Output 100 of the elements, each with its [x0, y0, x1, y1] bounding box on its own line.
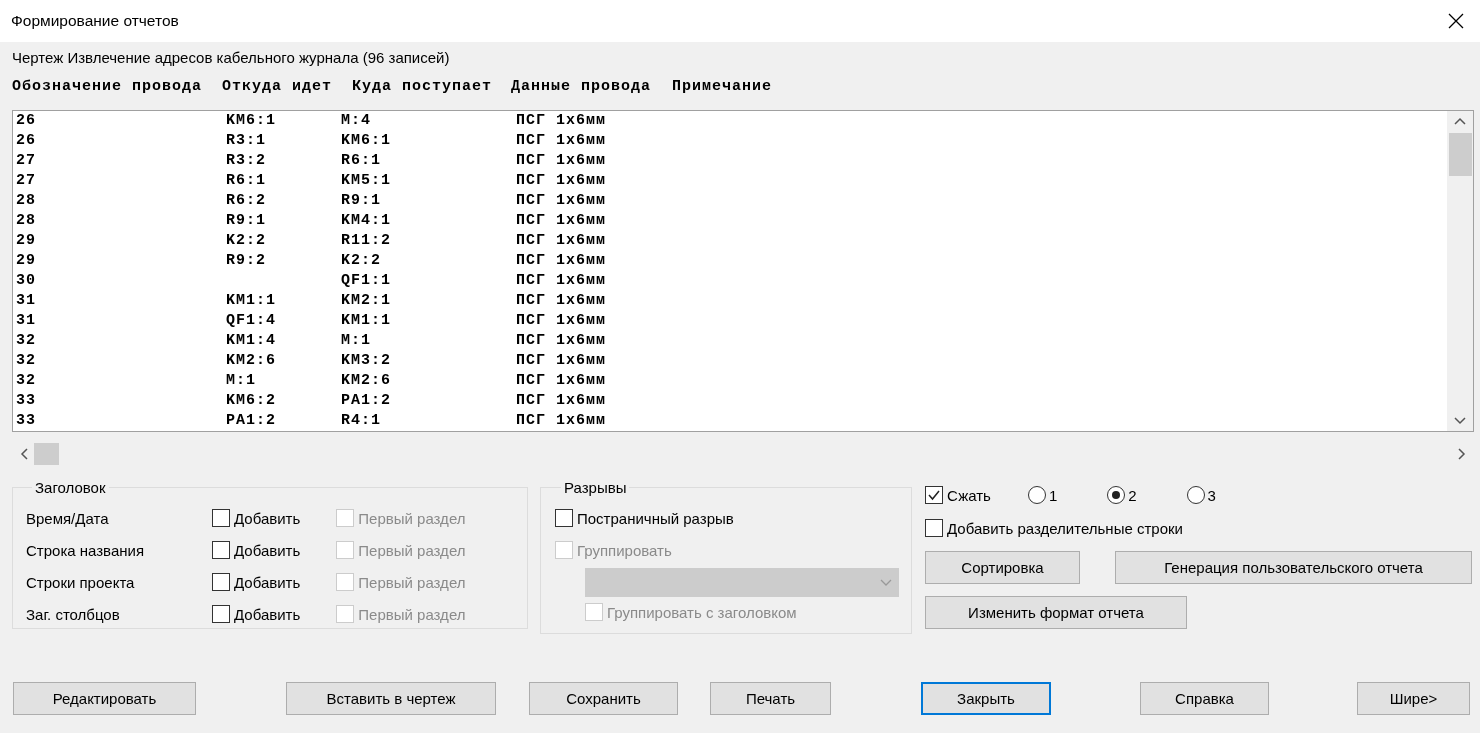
- column-header: Обозначение провода: [12, 78, 204, 97]
- table-cell: ПСГ 1x6мм: [516, 212, 606, 229]
- action-button[interactable]: Изменить формат отчета: [925, 596, 1187, 629]
- table-cell: KM6:1: [226, 112, 276, 129]
- window-title: Формирование отчетов: [11, 12, 179, 30]
- table-cell: M:1: [341, 332, 371, 349]
- scroll-thumb[interactable]: [34, 443, 59, 465]
- table-cell: ПСГ 1x6мм: [516, 392, 606, 409]
- scroll-left-icon[interactable]: [20, 448, 28, 460]
- table-cell: ПСГ 1x6мм: [516, 152, 606, 169]
- table-cell: ПСГ 1x6мм: [516, 172, 606, 189]
- table-cell: KM3:2: [341, 352, 391, 369]
- table-cell: QF1:4: [226, 312, 276, 329]
- table-cell: ПСГ 1x6мм: [516, 232, 606, 249]
- column-header: Данные провода: [511, 78, 653, 97]
- scroll-down-icon[interactable]: [1454, 417, 1466, 425]
- table-cell: R6:2: [226, 192, 266, 209]
- table-cell: K2:2: [226, 232, 266, 249]
- checkbox[interactable]: [212, 509, 230, 527]
- table-cell: R6:1: [341, 152, 381, 169]
- scroll-thumb[interactable]: [1448, 133, 1472, 176]
- table-cell: ПСГ 1x6мм: [516, 252, 606, 269]
- table-cell: PA1:2: [341, 392, 391, 409]
- table-cell: R4:1: [341, 412, 381, 429]
- checkbox[interactable]: [925, 519, 943, 537]
- radio-button[interactable]: [1107, 486, 1126, 504]
- checkbox-label: Сжать: [947, 486, 991, 504]
- table-cell: R11:2: [341, 232, 391, 249]
- table-cell: ПСГ 1x6мм: [516, 412, 606, 429]
- checkbox-label: Добавить: [234, 573, 301, 591]
- checkbox-label: Добавить разделительные строки: [947, 519, 1183, 537]
- checkbox[interactable]: [212, 605, 230, 623]
- dialog-button[interactable]: Шире>: [1357, 682, 1470, 715]
- table-cell: 32: [16, 372, 36, 389]
- group-title: Разрывы: [563, 479, 628, 496]
- table-cell: M:4: [341, 112, 371, 129]
- table-cell: ПСГ 1x6мм: [516, 192, 606, 209]
- table-cell: KM4:1: [341, 212, 391, 229]
- table-cell: QF1:1: [341, 272, 391, 289]
- option-label: Строки проекта: [26, 573, 136, 591]
- checkbox-label: Добавить: [234, 541, 301, 559]
- checkbox[interactable]: [212, 573, 230, 591]
- radio-label: 1: [1048, 486, 1058, 504]
- table-cell: 32: [16, 352, 36, 369]
- radio-label: 3: [1207, 486, 1216, 504]
- table-cell: R9:2: [226, 252, 266, 269]
- column-header: Откуда идет: [222, 78, 334, 97]
- table-cell: 33: [16, 392, 36, 409]
- dialog-button[interactable]: Справка: [1140, 682, 1269, 715]
- checkbox-label: Группировать с заголовком: [607, 603, 797, 621]
- table-cell: R9:1: [226, 212, 266, 229]
- checkbox-label: Постраничный разрыв: [577, 509, 734, 527]
- column-header: Куда поступает: [352, 78, 494, 97]
- column-header: Примечание: [672, 78, 772, 97]
- table-cell: 31: [16, 312, 36, 329]
- table-cell: 33: [16, 412, 36, 429]
- table-cell: 29: [16, 232, 36, 249]
- table-cell: 28: [16, 212, 36, 229]
- table-cell: KM2:1: [341, 292, 391, 309]
- group-title: Заголовок: [34, 479, 107, 496]
- table-cell: KM1:4: [226, 332, 276, 349]
- vertical-scrollbar[interactable]: [1447, 111, 1473, 431]
- checkbox-label: Первый раздел: [358, 509, 466, 527]
- close-icon[interactable]: [1448, 13, 1464, 29]
- chevron-down-icon: [880, 578, 892, 587]
- radio-label: 2: [1128, 486, 1137, 504]
- radio-button[interactable]: [1027, 486, 1046, 504]
- table-cell: KM6:2: [226, 392, 276, 409]
- checkbox-label: Группировать: [577, 541, 672, 559]
- table-cell: 31: [16, 292, 36, 309]
- table-cell: R3:2: [226, 152, 266, 169]
- action-button[interactable]: Сортировка: [925, 551, 1080, 584]
- checkbox[interactable]: [555, 509, 573, 527]
- option-label: Строка названия: [26, 541, 146, 559]
- table-cell: KM1:1: [226, 292, 276, 309]
- dialog-button[interactable]: Закрыть: [921, 682, 1051, 715]
- dialog-button[interactable]: Вставить в чертеж: [286, 682, 496, 715]
- table-cell: 28: [16, 192, 36, 209]
- table-cell: KM5:1: [341, 172, 391, 189]
- dialog-button[interactable]: Печать: [710, 682, 831, 715]
- table-cell: KM2:6: [226, 352, 276, 369]
- checkbox[interactable]: [925, 486, 943, 504]
- dialog-button[interactable]: Редактировать: [13, 682, 196, 715]
- table-cell: KM1:1: [341, 312, 391, 329]
- action-button[interactable]: Генерация пользовательского отчета: [1115, 551, 1472, 584]
- table-cell: ПСГ 1x6мм: [516, 132, 606, 149]
- radio-button[interactable]: [1186, 486, 1205, 504]
- checkbox-label: Первый раздел: [358, 605, 466, 623]
- checkbox-label: Первый раздел: [358, 573, 466, 591]
- scroll-right-icon[interactable]: [1458, 448, 1466, 460]
- checkbox[interactable]: [212, 541, 230, 559]
- table-cell: KM6:1: [341, 132, 391, 149]
- table-cell: ПСГ 1x6мм: [516, 332, 606, 349]
- table-cell: KM2:6: [341, 372, 391, 389]
- table-cell: 29: [16, 252, 36, 269]
- scroll-up-icon[interactable]: [1454, 117, 1466, 125]
- table-cell: 26: [16, 132, 36, 149]
- dialog-button[interactable]: Сохранить: [529, 682, 678, 715]
- checkbox-label: Добавить: [234, 605, 301, 623]
- table-cell: R9:1: [341, 192, 381, 209]
